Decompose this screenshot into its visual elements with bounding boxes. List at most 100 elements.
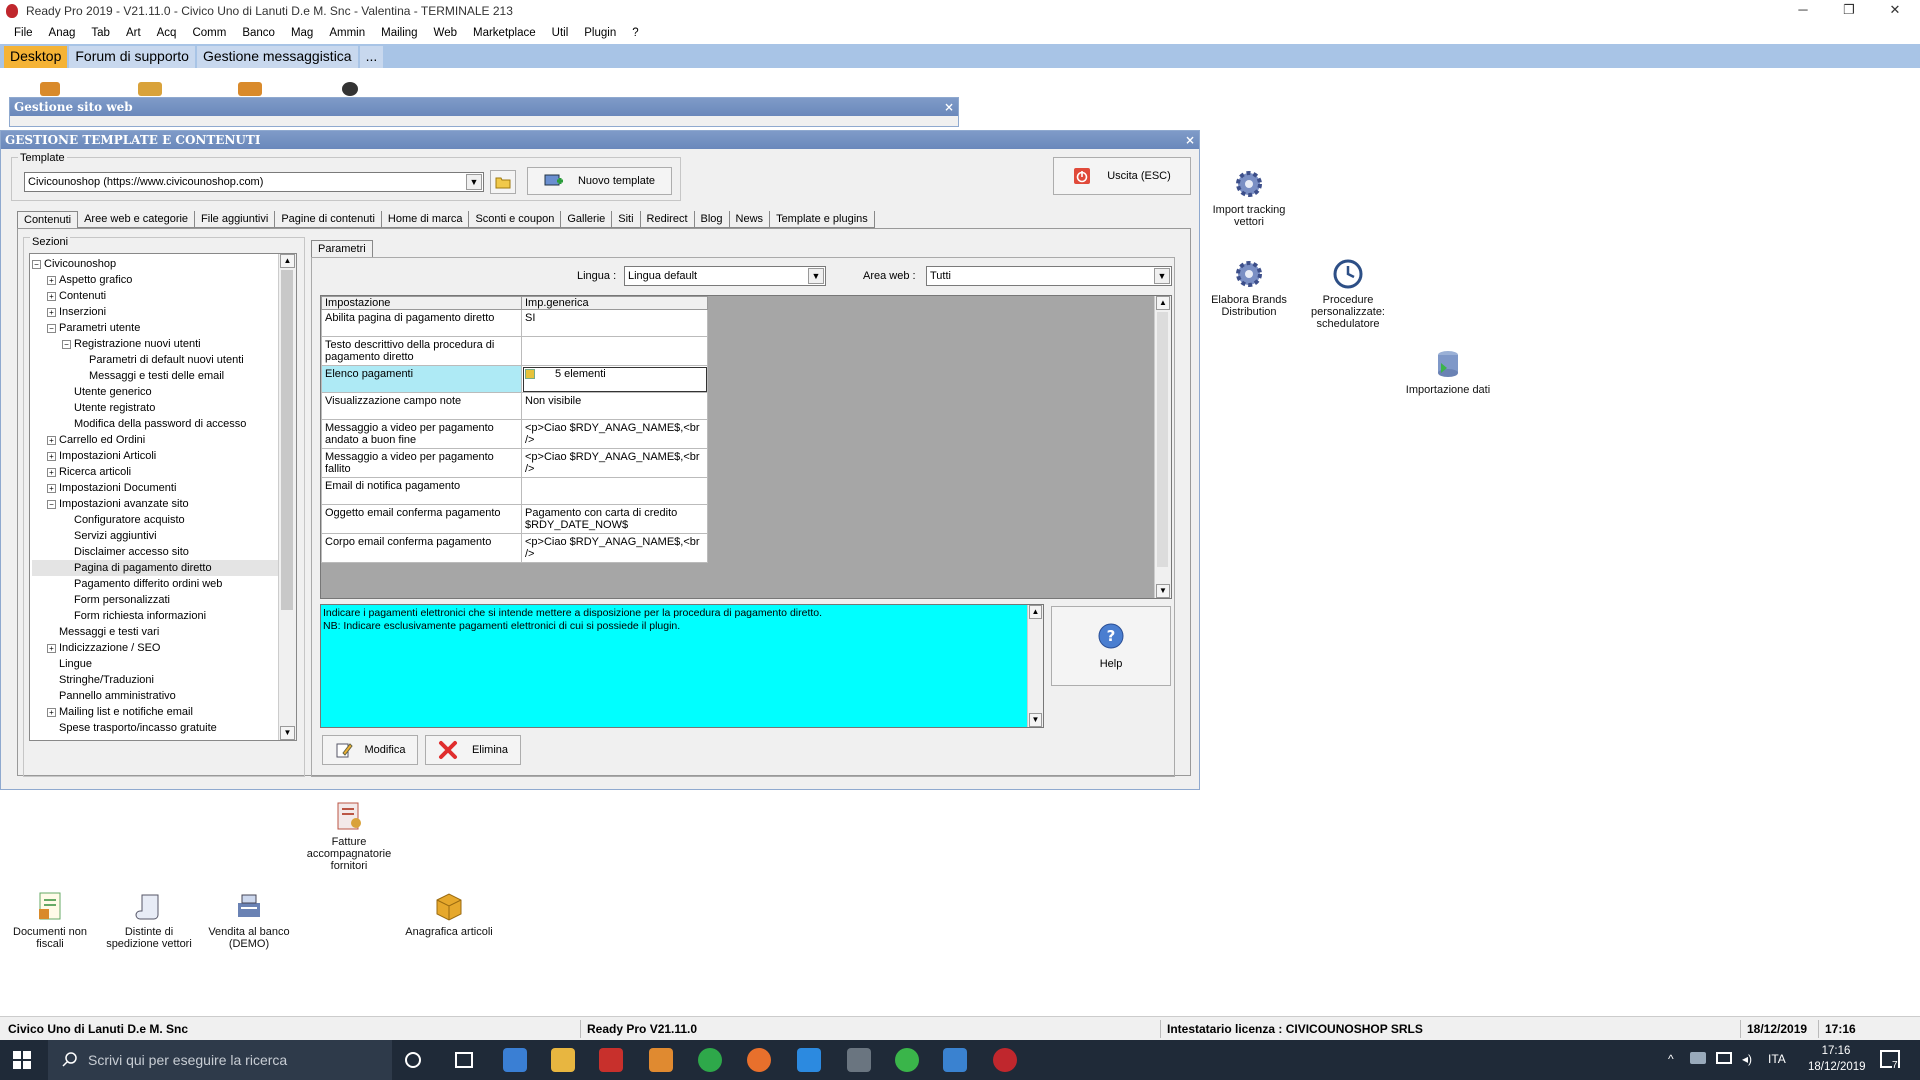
tree-node[interactable]: − Parametri utente [32, 320, 296, 336]
tree-node[interactable]: + Ricerca articoli [32, 464, 296, 480]
expand-icon[interactable]: + [47, 467, 56, 477]
task-view-icon[interactable] [455, 1052, 473, 1068]
setting-value-cell[interactable]: SI [521, 309, 708, 337]
menu-util[interactable]: Util [544, 27, 577, 39]
tree-node[interactable]: + Impostazioni Articoli [32, 448, 296, 464]
expand-icon[interactable]: + [47, 707, 56, 717]
expand-icon[interactable]: + [47, 291, 56, 301]
tab-news[interactable]: News [729, 211, 771, 228]
tree-node[interactable]: Form richiesta informazioni [32, 608, 296, 624]
tree-node[interactable]: − Impostazioni avanzate sito [32, 496, 296, 512]
chat-icon[interactable] [943, 1048, 967, 1072]
desktop-icon-import-tracking[interactable]: Import tracking vettori [1199, 168, 1299, 228]
table-row[interactable]: Corpo email conferma pagamento <p>Ciao $R… [321, 533, 708, 563]
tray-chevron-up-icon[interactable]: ^ [1668, 1052, 1674, 1066]
tree-node[interactable]: Spese trasporto/incasso gratuite [32, 720, 296, 736]
store-icon[interactable] [503, 1048, 527, 1072]
setting-name-cell[interactable]: Email di notifica pagamento [321, 477, 522, 505]
lingua-select[interactable]: Lingua default ▼ [624, 266, 826, 286]
ready-pro-taskbar-icon[interactable] [993, 1048, 1017, 1072]
tab-template-plugins[interactable]: Template e plugins [770, 211, 875, 228]
tree-node[interactable]: + Contenuti [32, 288, 296, 304]
media-player-icon[interactable] [649, 1048, 673, 1072]
setting-value-cell[interactable]: <p>Ciao $RDY_ANAG_NAME$,<br /> [521, 448, 708, 478]
firefox-icon[interactable] [747, 1048, 771, 1072]
tree-node[interactable]: Stringhe/Traduzioni [32, 672, 296, 688]
tree-node[interactable]: Lingue [32, 656, 296, 672]
close-button[interactable]: ✕ [1872, 0, 1918, 22]
grid-header-impostazione[interactable]: Impostazione [321, 296, 522, 310]
grid-scrollbar[interactable]: ▲ ▼ [1154, 296, 1171, 598]
menu-mailing[interactable]: Mailing [373, 27, 425, 39]
menu-tab[interactable]: Tab [83, 27, 118, 39]
area-web-select[interactable]: Tutti ▼ [926, 266, 1172, 286]
notification-icon[interactable]: 7 [1880, 1050, 1900, 1071]
menu-marketplace[interactable]: Marketplace [465, 27, 544, 39]
setting-value-cell[interactable]: Pagamento con carta di credito $RDY_DATE… [521, 504, 708, 534]
volume-icon[interactable]: ◂) [1742, 1052, 1752, 1066]
tree-node[interactable]: + Inserzioni [32, 304, 296, 320]
sections-tree[interactable]: − Civicounoshop + Aspetto grafico + Contenuti… [29, 253, 297, 741]
tab-more[interactable]: ... [359, 46, 384, 68]
partial-icon[interactable] [40, 82, 60, 96]
desktop-icon-fatture-fornitori[interactable]: Fatture accompagnatorie fornitori [299, 800, 399, 872]
tree-node[interactable]: − Civicounoshop [32, 256, 296, 272]
new-template-button[interactable]: Nuovo template [527, 167, 672, 195]
expand-icon[interactable]: + [47, 275, 56, 285]
tree-node[interactable]: + Indicizzazione / SEO [32, 640, 296, 656]
desktop-icon-documenti-non-fiscali[interactable]: Documenti non fiscali [0, 890, 100, 950]
menu-acq[interactable]: Acq [149, 27, 185, 39]
tab-sconti-coupon[interactable]: Sconti e coupon [469, 211, 562, 228]
minimize-button[interactable]: ─ [1780, 0, 1826, 22]
exit-button[interactable]: Uscita (ESC) [1053, 157, 1191, 195]
edge-icon[interactable] [797, 1048, 821, 1072]
desktop-icon-elabora-brands[interactable]: Elabora Brands Distribution [1199, 258, 1299, 318]
menu-art[interactable]: Art [118, 27, 149, 39]
description-box[interactable]: Indicare i pagamenti elettronici che si … [320, 604, 1044, 728]
setting-name-cell[interactable]: Messaggio a video per pagamento fallito [321, 448, 522, 478]
tree-node[interactable]: Pagina di pagamento diretto [32, 560, 296, 576]
bg-window-close-button[interactable]: × [944, 98, 954, 116]
menu-banco[interactable]: Banco [234, 27, 283, 39]
setting-name-cell[interactable]: Visualizzazione campo note [321, 392, 522, 420]
scroll-up-icon[interactable]: ▲ [280, 254, 295, 268]
setting-value-cell[interactable] [521, 477, 708, 505]
partial-icon[interactable] [138, 82, 162, 96]
tab-blog[interactable]: Blog [694, 211, 730, 228]
setting-name-cell[interactable]: Elenco pagamenti [321, 365, 522, 393]
tree-node[interactable]: Utente generico [32, 384, 296, 400]
menu-mag[interactable]: Mag [283, 27, 321, 39]
desktop-icon-distinte-spedizione[interactable]: Distinte di spedizione vettori [99, 890, 199, 950]
chrome-icon[interactable] [698, 1048, 722, 1072]
help-button[interactable]: ? Help [1051, 606, 1171, 686]
scroll-thumb[interactable] [281, 270, 293, 610]
windows-start-icon[interactable] [12, 1050, 32, 1070]
table-row[interactable]: Messaggio a video per pagamento fallito <… [321, 448, 708, 478]
tree-node[interactable]: Messaggi e testi delle email [32, 368, 296, 384]
description-scrollbar[interactable]: ▲ ▼ [1027, 605, 1043, 727]
expand-icon[interactable]: + [47, 451, 56, 461]
tree-node[interactable]: Pagamento differito ordini web [32, 576, 296, 592]
chevron-down-icon[interactable]: ▼ [1154, 268, 1170, 284]
collapse-icon[interactable]: − [62, 339, 71, 349]
tree-node[interactable]: + Aspetto grafico [32, 272, 296, 288]
table-row[interactable]: Messaggio a video per pagamento andato a… [321, 419, 708, 449]
scroll-up-icon[interactable]: ▲ [1156, 296, 1170, 310]
tab-file-aggiuntivi[interactable]: File aggiuntivi [195, 211, 276, 228]
file-explorer-icon[interactable] [551, 1048, 575, 1072]
maximize-button[interactable]: ❐ [1826, 0, 1872, 22]
grid-header-imp-generica[interactable]: Imp.generica [521, 296, 708, 310]
table-row[interactable]: Visualizzazione campo note Non visibile [321, 392, 708, 420]
folder-button[interactable] [490, 170, 516, 194]
tree-node[interactable]: Utente registrato [32, 400, 296, 416]
setting-value-cell[interactable] [521, 336, 708, 366]
tree-node[interactable]: Messaggi e testi vari [32, 624, 296, 640]
menu-web[interactable]: Web [426, 27, 465, 39]
cortana-icon[interactable] [405, 1052, 421, 1068]
modify-button[interactable]: Modifica [322, 735, 418, 765]
scroll-thumb[interactable] [1157, 312, 1168, 567]
network-icon[interactable] [1716, 1052, 1732, 1064]
template-select[interactable]: Civicounoshop (https://www.civicounoshop… [24, 172, 484, 192]
menu-ammin[interactable]: Ammin [321, 27, 373, 39]
setting-name-cell[interactable]: Messaggio a video per pagamento andato a… [321, 419, 522, 449]
